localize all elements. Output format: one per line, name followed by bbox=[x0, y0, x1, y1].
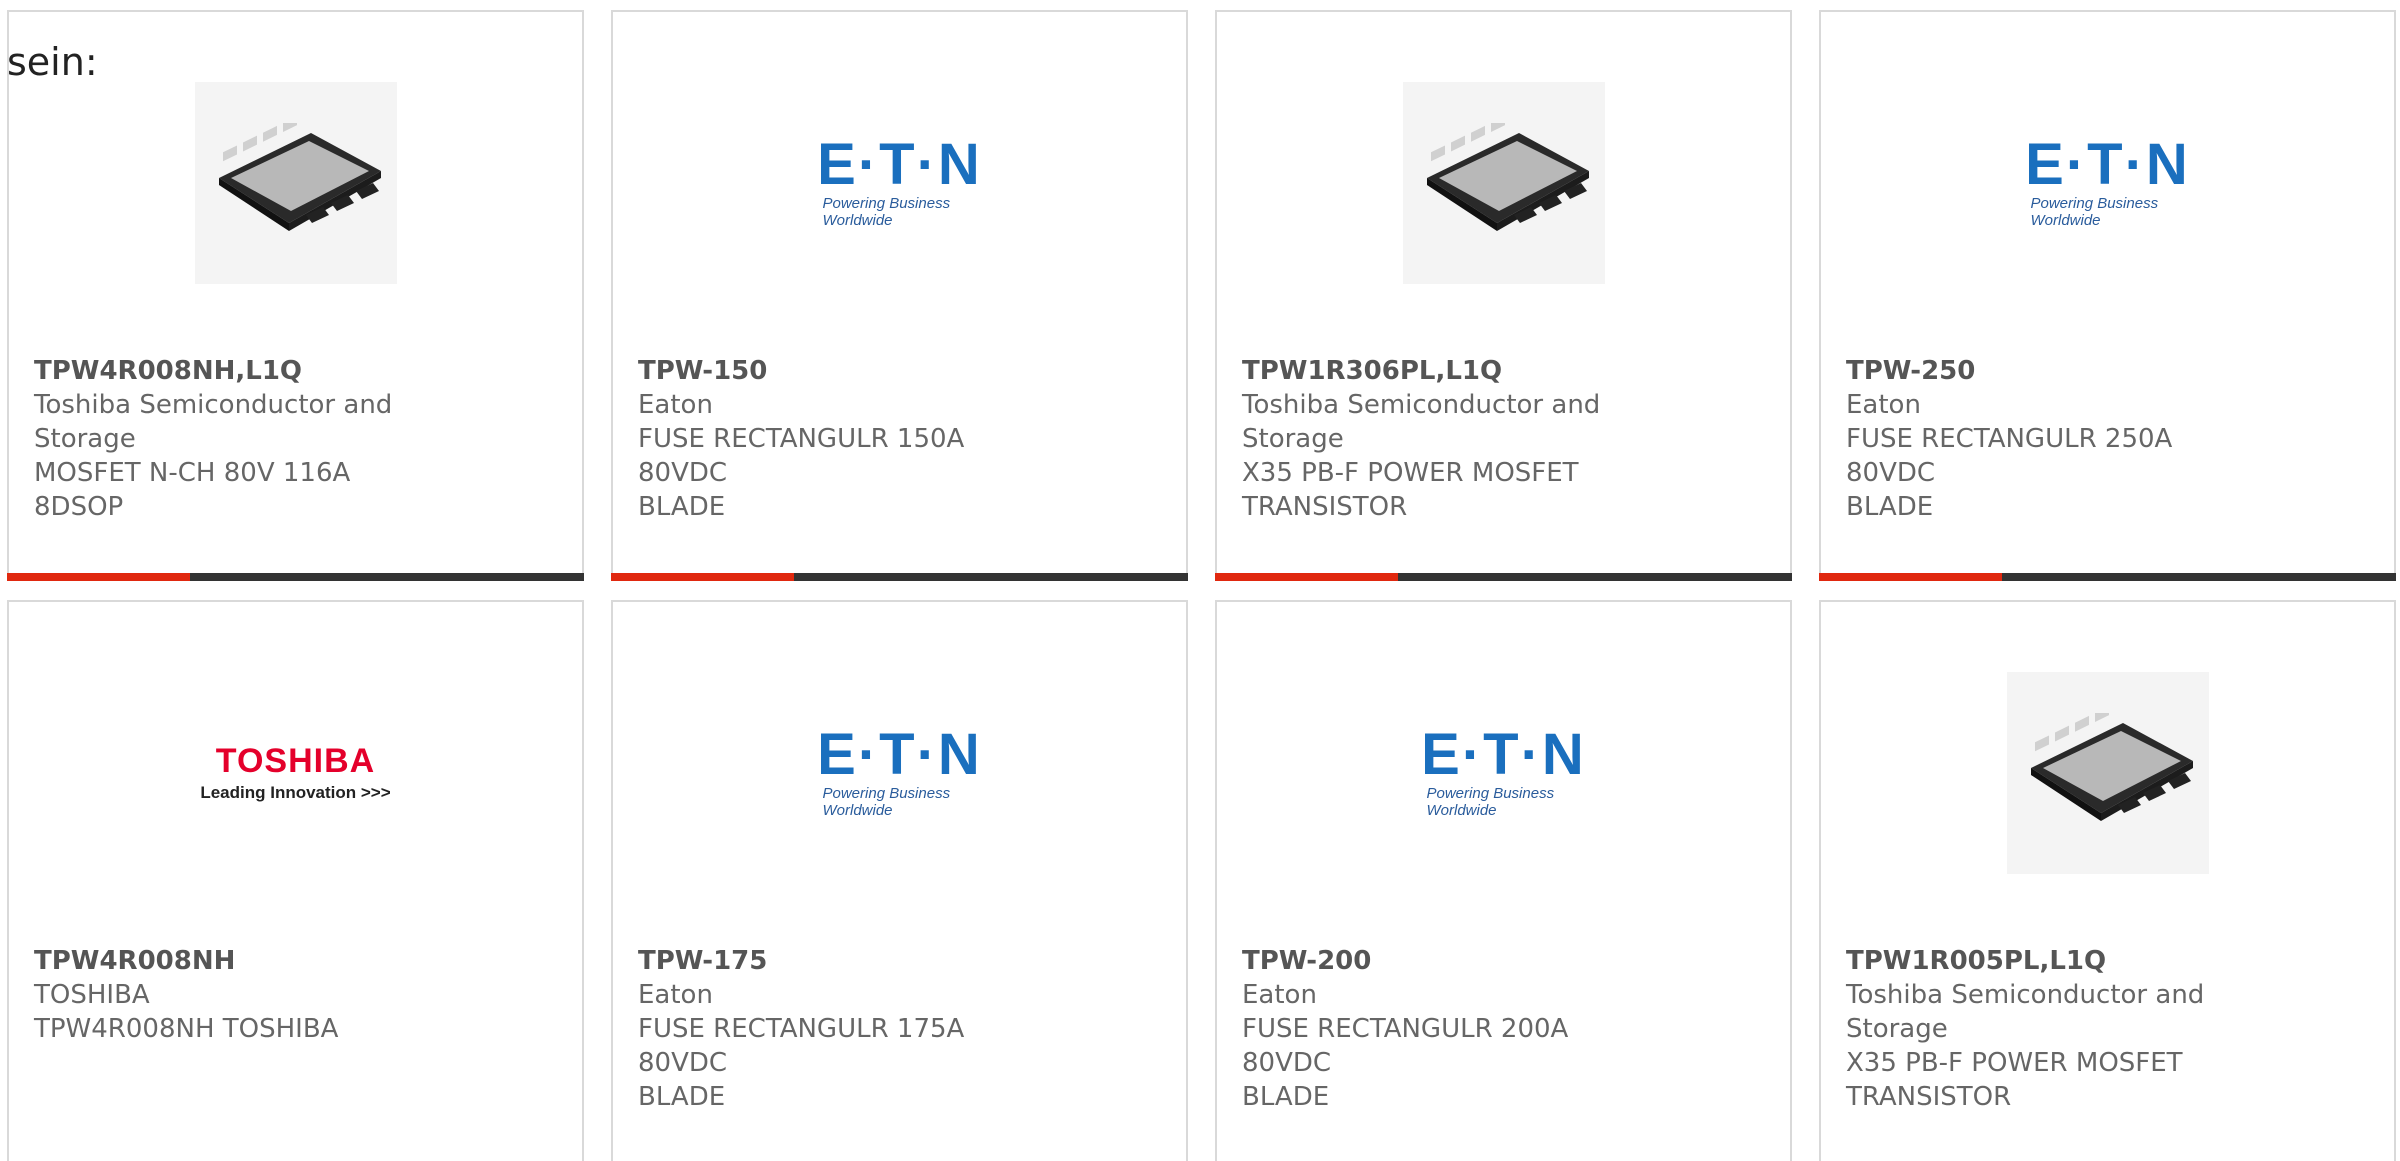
product-image: E·T·N Powering Business Worldwide bbox=[613, 672, 1186, 874]
product-image: E·T·N Powering Business Worldwide bbox=[1217, 672, 1790, 874]
product-card[interactable]: E·T·N Powering Business Worldwide TPW-15… bbox=[611, 10, 1188, 581]
part-number-link[interactable]: TPW1R306PL,L1Q bbox=[1242, 354, 1622, 388]
card-bottom-bar bbox=[611, 573, 1188, 581]
description: TPW4R008NH TOSHIBA bbox=[34, 1014, 339, 1044]
manufacturer-continued: Storage bbox=[1242, 424, 1344, 454]
product-image: E·T·N Powering Business Worldwide bbox=[1821, 82, 2394, 284]
product-card[interactable]: TPW1R005PL,L1Q Toshiba Semiconductor and… bbox=[1819, 600, 2396, 1161]
description: X35 PB-F POWER MOSFET bbox=[1846, 1048, 2183, 1078]
description-continued: BLADE bbox=[638, 1082, 726, 1112]
product-image bbox=[9, 82, 582, 284]
product-info: TPW1R005PL,L1Q Toshiba Semiconductor and… bbox=[1846, 944, 2226, 1114]
card-accent bbox=[1819, 573, 2002, 581]
eaton-logo: E·T·N Powering Business Worldwide bbox=[2007, 132, 2209, 230]
product-image bbox=[1217, 82, 1790, 284]
eaton-wordmark: E·T·N bbox=[817, 132, 982, 197]
eaton-tagline: Powering Business Worldwide bbox=[822, 785, 951, 819]
product-info: TPW-200 Eaton FUSE RECTANGULR 200A 80VDC… bbox=[1242, 944, 1622, 1114]
product-card[interactable]: E·T·N Powering Business Worldwide TPW-20… bbox=[1215, 600, 1792, 1161]
product-image: TOSHIBA Leading Innovation >>> bbox=[9, 672, 582, 874]
product-info: TPW4R008NH TOSHIBA TPW4R008NH TOSHIBA bbox=[34, 944, 414, 1046]
manufacturer: Eaton bbox=[638, 390, 713, 420]
manufacturer: Eaton bbox=[638, 980, 713, 1010]
manufacturer-continued: Storage bbox=[34, 424, 136, 454]
manufacturer: Eaton bbox=[1846, 390, 1921, 420]
product-image: E·T·N Powering Business Worldwide bbox=[613, 82, 1186, 284]
manufacturer: Toshiba Semiconductor and bbox=[1242, 390, 1601, 420]
description: MOSFET N-CH 80V 116A 8DSOP bbox=[34, 458, 351, 522]
eaton-tagline: Powering Business Worldwide bbox=[822, 195, 951, 229]
eaton-wordmark: E·T·N bbox=[1421, 722, 1586, 787]
page: sein: TPW4R008NH,L1Q Toshiba Semiconduct… bbox=[0, 0, 2400, 1161]
part-number-link[interactable]: TPW-150 bbox=[638, 354, 1018, 388]
eaton-wordmark: E·T·N bbox=[817, 722, 982, 787]
product-card[interactable]: E·T·N Powering Business Worldwide TPW-17… bbox=[611, 600, 1188, 1161]
mosfet-chip-image bbox=[194, 82, 397, 284]
eaton-wordmark: E·T·N bbox=[2025, 132, 2190, 197]
product-info: TPW1R306PL,L1Q Toshiba Semiconductor and… bbox=[1242, 354, 1622, 524]
eaton-logo: E·T·N Powering Business Worldwide bbox=[1403, 722, 1605, 820]
product-card[interactable]: TPW4R008NH,L1Q Toshiba Semiconductor and… bbox=[7, 10, 584, 581]
toshiba-logo: TOSHIBA Leading Innovation >>> bbox=[176, 743, 416, 803]
part-number-link[interactable]: TPW4R008NH bbox=[34, 944, 414, 978]
manufacturer-continued: Storage bbox=[1846, 1014, 1948, 1044]
product-card[interactable]: TPW1R306PL,L1Q Toshiba Semiconductor and… bbox=[1215, 10, 1792, 581]
description: FUSE RECTANGULR 250A 80VDC bbox=[1846, 424, 2173, 488]
description-continued: TRANSISTOR bbox=[1846, 1082, 2012, 1112]
product-card[interactable]: TOSHIBA Leading Innovation >>> TPW4R008N… bbox=[7, 600, 584, 1161]
part-number-link[interactable]: TPW-250 bbox=[1846, 354, 2226, 388]
description: X35 PB-F POWER MOSFET bbox=[1242, 458, 1579, 488]
intro-text: sein: bbox=[7, 40, 98, 84]
manufacturer: TOSHIBA bbox=[34, 980, 150, 1010]
eaton-logo: E·T·N Powering Business Worldwide bbox=[799, 722, 1001, 820]
product-info: TPW-175 Eaton FUSE RECTANGULR 175A 80VDC… bbox=[638, 944, 1018, 1114]
product-info: TPW4R008NH,L1Q Toshiba Semiconductor and… bbox=[34, 354, 414, 524]
mosfet-chip-image bbox=[1402, 82, 1605, 284]
part-number-link[interactable]: TPW1R005PL,L1Q bbox=[1846, 944, 2226, 978]
description-continued: BLADE bbox=[1846, 492, 1934, 522]
toshiba-wordmark: TOSHIBA bbox=[215, 742, 376, 780]
eaton-tagline: Powering Business Worldwide bbox=[2030, 195, 2159, 229]
card-accent bbox=[1215, 573, 1398, 581]
eaton-tagline: Powering Business Worldwide bbox=[1426, 785, 1555, 819]
description-continued: BLADE bbox=[638, 492, 726, 522]
product-card[interactable]: E·T·N Powering Business Worldwide TPW-25… bbox=[1819, 10, 2396, 581]
description: FUSE RECTANGULR 150A 80VDC bbox=[638, 424, 965, 488]
eaton-logo: E·T·N Powering Business Worldwide bbox=[799, 132, 1001, 230]
description: FUSE RECTANGULR 175A 80VDC bbox=[638, 1014, 965, 1078]
product-info: TPW-250 Eaton FUSE RECTANGULR 250A 80VDC… bbox=[1846, 354, 2226, 524]
part-number-link[interactable]: TPW-200 bbox=[1242, 944, 1622, 978]
manufacturer: Eaton bbox=[1242, 980, 1317, 1010]
card-bottom-bar bbox=[1819, 573, 2396, 581]
product-info: TPW-150 Eaton FUSE RECTANGULR 150A 80VDC… bbox=[638, 354, 1018, 524]
toshiba-tagline: Leading Innovation >>> bbox=[200, 783, 391, 802]
mosfet-chip-image bbox=[2006, 672, 2209, 874]
description-continued: TRANSISTOR bbox=[1242, 492, 1408, 522]
description-continued: BLADE bbox=[1242, 1082, 1330, 1112]
part-number-link[interactable]: TPW4R008NH,L1Q bbox=[34, 354, 414, 388]
card-accent bbox=[7, 573, 190, 581]
card-bottom-bar bbox=[1215, 573, 1792, 581]
card-bottom-bar bbox=[7, 573, 584, 581]
product-image bbox=[1821, 672, 2394, 874]
description: FUSE RECTANGULR 200A 80VDC bbox=[1242, 1014, 1569, 1078]
card-accent bbox=[611, 573, 794, 581]
manufacturer: Toshiba Semiconductor and bbox=[34, 390, 393, 420]
part-number-link[interactable]: TPW-175 bbox=[638, 944, 1018, 978]
manufacturer: Toshiba Semiconductor and bbox=[1846, 980, 2205, 1010]
